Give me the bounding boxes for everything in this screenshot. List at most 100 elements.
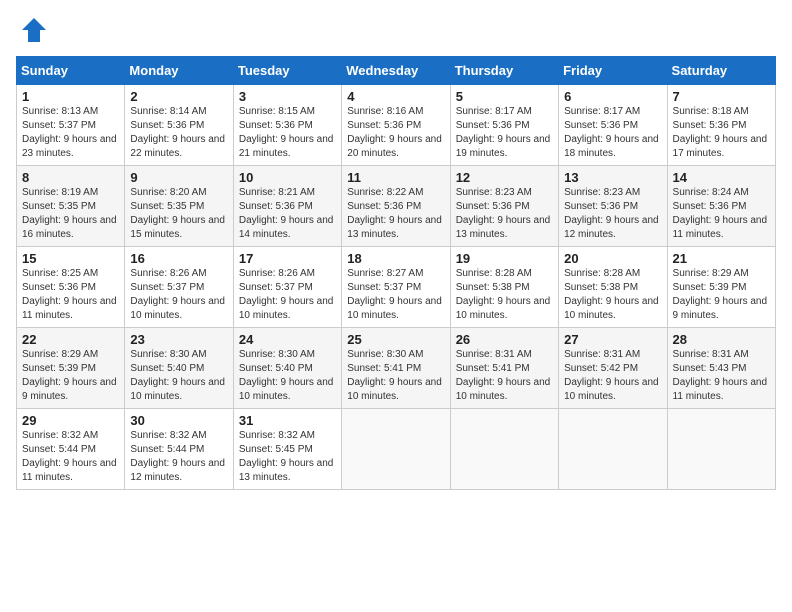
calendar-cell: 29 Sunrise: 8:32 AMSunset: 5:44 PMDayligh…: [17, 409, 125, 490]
day-info: Sunrise: 8:23 AMSunset: 5:36 PMDaylight:…: [564, 187, 659, 240]
day-number: 11: [347, 170, 444, 185]
calendar-cell: 10 Sunrise: 8:21 AMSunset: 5:36 PMDayligh…: [233, 166, 341, 247]
day-info: Sunrise: 8:15 AMSunset: 5:36 PMDaylight:…: [239, 106, 334, 159]
day-info: Sunrise: 8:30 AMSunset: 5:41 PMDaylight:…: [347, 349, 442, 402]
calendar-cell: 31 Sunrise: 8:32 AMSunset: 5:45 PMDayligh…: [233, 409, 341, 490]
calendar-week-3: 15 Sunrise: 8:25 AMSunset: 5:36 PMDayligh…: [17, 247, 776, 328]
day-number: 19: [456, 251, 553, 266]
day-number: 7: [673, 89, 770, 104]
calendar-cell: 24 Sunrise: 8:30 AMSunset: 5:40 PMDayligh…: [233, 328, 341, 409]
calendar-week-5: 29 Sunrise: 8:32 AMSunset: 5:44 PMDayligh…: [17, 409, 776, 490]
header-wednesday: Wednesday: [342, 57, 450, 85]
calendar-header-row: SundayMondayTuesdayWednesdayThursdayFrid…: [17, 57, 776, 85]
calendar-cell: [450, 409, 558, 490]
day-number: 17: [239, 251, 336, 266]
day-number: 24: [239, 332, 336, 347]
day-number: 14: [673, 170, 770, 185]
day-number: 1: [22, 89, 119, 104]
calendar-cell: 14 Sunrise: 8:24 AMSunset: 5:36 PMDayligh…: [667, 166, 775, 247]
day-info: Sunrise: 8:22 AMSunset: 5:36 PMDaylight:…: [347, 187, 442, 240]
header-monday: Monday: [125, 57, 233, 85]
day-info: Sunrise: 8:25 AMSunset: 5:36 PMDaylight:…: [22, 268, 117, 321]
day-info: Sunrise: 8:24 AMSunset: 5:36 PMDaylight:…: [673, 187, 768, 240]
day-info: Sunrise: 8:26 AMSunset: 5:37 PMDaylight:…: [130, 268, 225, 321]
logo-icon: [20, 16, 48, 44]
day-number: 2: [130, 89, 227, 104]
calendar-cell: 23Sunrise: 8:30 AMSunset: 5:40 PMDayligh…: [125, 328, 233, 409]
day-number: 21: [673, 251, 770, 266]
day-info: Sunrise: 8:16 AMSunset: 5:36 PMDaylight:…: [347, 106, 442, 159]
calendar-cell: 18 Sunrise: 8:27 AMSunset: 5:37 PMDayligh…: [342, 247, 450, 328]
calendar-cell: 12 Sunrise: 8:23 AMSunset: 5:36 PMDayligh…: [450, 166, 558, 247]
day-number: 28: [673, 332, 770, 347]
day-info: Sunrise: 8:20 AMSunset: 5:35 PMDaylight:…: [130, 187, 225, 240]
calendar-cell: 30 Sunrise: 8:32 AMSunset: 5:44 PMDayligh…: [125, 409, 233, 490]
day-info: Sunrise: 8:31 AMSunset: 5:42 PMDaylight:…: [564, 349, 659, 402]
calendar-cell: 3Sunrise: 8:15 AMSunset: 5:36 PMDaylight…: [233, 85, 341, 166]
day-number: 12: [456, 170, 553, 185]
calendar-cell: 26Sunrise: 8:31 AMSunset: 5:41 PMDayligh…: [450, 328, 558, 409]
day-info: Sunrise: 8:32 AMSunset: 5:44 PMDaylight:…: [22, 430, 117, 483]
day-number: 16: [130, 251, 227, 266]
header-friday: Friday: [559, 57, 667, 85]
day-info: Sunrise: 8:17 AMSunset: 5:36 PMDaylight:…: [564, 106, 659, 159]
day-number: 8: [22, 170, 119, 185]
calendar-cell: 17 Sunrise: 8:26 AMSunset: 5:37 PMDayligh…: [233, 247, 341, 328]
header-tuesday: Tuesday: [233, 57, 341, 85]
day-number: 6: [564, 89, 661, 104]
calendar-cell: 22 Sunrise: 8:29 AMSunset: 5:39 PMDayligh…: [17, 328, 125, 409]
day-number: 13: [564, 170, 661, 185]
calendar-cell: 11 Sunrise: 8:22 AMSunset: 5:36 PMDayligh…: [342, 166, 450, 247]
day-info: Sunrise: 8:27 AMSunset: 5:37 PMDaylight:…: [347, 268, 442, 321]
calendar-cell: 5 Sunrise: 8:17 AMSunset: 5:36 PMDaylight…: [450, 85, 558, 166]
day-number: 4: [347, 89, 444, 104]
day-info: Sunrise: 8:29 AMSunset: 5:39 PMDaylight:…: [673, 268, 768, 321]
calendar-week-4: 22 Sunrise: 8:29 AMSunset: 5:39 PMDayligh…: [17, 328, 776, 409]
calendar-cell: 13 Sunrise: 8:23 AMSunset: 5:36 PMDayligh…: [559, 166, 667, 247]
calendar-cell: 8 Sunrise: 8:19 AMSunset: 5:35 PMDaylight…: [17, 166, 125, 247]
day-number: 29: [22, 413, 119, 428]
day-info: Sunrise: 8:21 AMSunset: 5:36 PMDaylight:…: [239, 187, 334, 240]
day-info: Sunrise: 8:29 AMSunset: 5:39 PMDaylight:…: [22, 349, 117, 402]
logo: [16, 16, 48, 44]
day-number: 18: [347, 251, 444, 266]
day-number: 31: [239, 413, 336, 428]
calendar-cell: 16 Sunrise: 8:26 AMSunset: 5:37 PMDayligh…: [125, 247, 233, 328]
day-info: Sunrise: 8:17 AMSunset: 5:36 PMDaylight:…: [456, 106, 551, 159]
day-number: 22: [22, 332, 119, 347]
day-info: Sunrise: 8:30 AMSunset: 5:40 PMDaylight:…: [239, 349, 334, 402]
day-info: Sunrise: 8:32 AMSunset: 5:45 PMDaylight:…: [239, 430, 334, 483]
calendar-cell: [342, 409, 450, 490]
calendar-cell: 6 Sunrise: 8:17 AMSunset: 5:36 PMDaylight…: [559, 85, 667, 166]
day-info: Sunrise: 8:32 AMSunset: 5:44 PMDaylight:…: [130, 430, 225, 483]
day-number: 30: [130, 413, 227, 428]
day-info: Sunrise: 8:31 AMSunset: 5:43 PMDaylight:…: [673, 349, 768, 402]
calendar-cell: 1Sunrise: 8:13 AMSunset: 5:37 PMDaylight…: [17, 85, 125, 166]
day-number: 5: [456, 89, 553, 104]
day-number: 9: [130, 170, 227, 185]
day-info: Sunrise: 8:28 AMSunset: 5:38 PMDaylight:…: [564, 268, 659, 321]
calendar-cell: 27 Sunrise: 8:31 AMSunset: 5:42 PMDayligh…: [559, 328, 667, 409]
day-number: 27: [564, 332, 661, 347]
calendar-cell: 2Sunrise: 8:14 AMSunset: 5:36 PMDaylight…: [125, 85, 233, 166]
day-info: Sunrise: 8:18 AMSunset: 5:36 PMDaylight:…: [673, 106, 768, 159]
calendar-cell: 21 Sunrise: 8:29 AMSunset: 5:39 PMDayligh…: [667, 247, 775, 328]
day-number: 25: [347, 332, 444, 347]
day-number: 10: [239, 170, 336, 185]
calendar-week-2: 8 Sunrise: 8:19 AMSunset: 5:35 PMDaylight…: [17, 166, 776, 247]
calendar-cell: 4 Sunrise: 8:16 AMSunset: 5:36 PMDaylight…: [342, 85, 450, 166]
calendar: SundayMondayTuesdayWednesdayThursdayFrid…: [16, 56, 776, 490]
calendar-cell: 28 Sunrise: 8:31 AMSunset: 5:43 PMDayligh…: [667, 328, 775, 409]
calendar-cell: 20Sunrise: 8:28 AMSunset: 5:38 PMDayligh…: [559, 247, 667, 328]
day-info: Sunrise: 8:19 AMSunset: 5:35 PMDaylight:…: [22, 187, 117, 240]
day-info: Sunrise: 8:31 AMSunset: 5:41 PMDaylight:…: [456, 349, 551, 402]
header-thursday: Thursday: [450, 57, 558, 85]
day-info: Sunrise: 8:26 AMSunset: 5:37 PMDaylight:…: [239, 268, 334, 321]
day-info: Sunrise: 8:23 AMSunset: 5:36 PMDaylight:…: [456, 187, 551, 240]
calendar-cell: 9 Sunrise: 8:20 AMSunset: 5:35 PMDaylight…: [125, 166, 233, 247]
calendar-cell: 25 Sunrise: 8:30 AMSunset: 5:41 PMDayligh…: [342, 328, 450, 409]
calendar-cell: 7 Sunrise: 8:18 AMSunset: 5:36 PMDaylight…: [667, 85, 775, 166]
header-saturday: Saturday: [667, 57, 775, 85]
day-number: 15: [22, 251, 119, 266]
calendar-cell: [559, 409, 667, 490]
